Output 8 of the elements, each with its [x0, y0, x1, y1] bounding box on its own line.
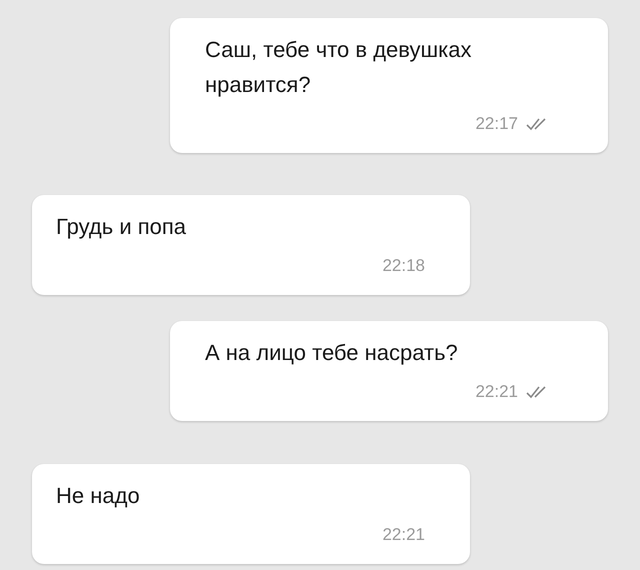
message-text: Грудь и попа — [56, 213, 188, 241]
message-text: Не надо — [56, 482, 141, 510]
message-time: 22:21 — [475, 381, 518, 404]
message-text: А на лицо тебе насрать? — [205, 339, 459, 367]
message-text: Саш, тебе что в девушках нравится? — [205, 36, 472, 99]
message-time: 22:21 — [382, 524, 425, 546]
message-time: 22:18 — [382, 255, 425, 278]
message-time: 22:17 — [475, 113, 518, 136]
